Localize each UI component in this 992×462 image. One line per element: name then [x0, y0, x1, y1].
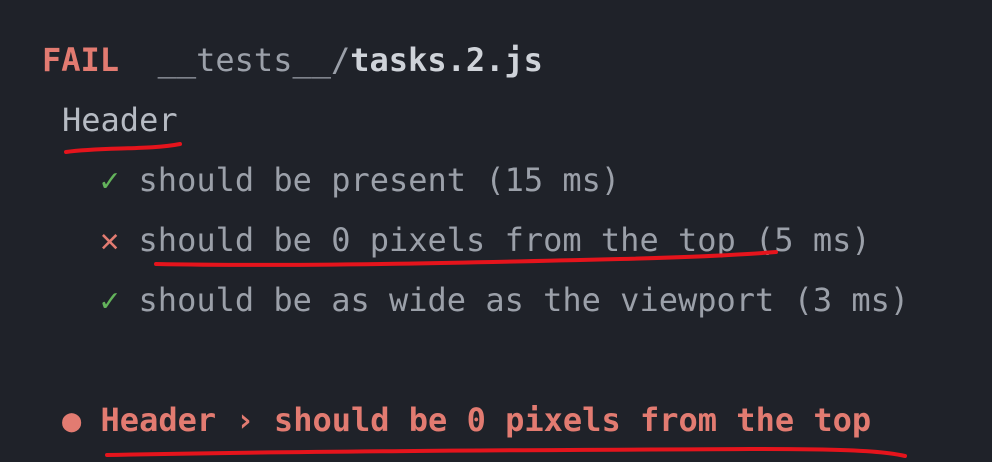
- check-icon: ✓: [100, 281, 120, 319]
- test-name: should be present: [138, 161, 467, 199]
- suite-title: Header: [62, 101, 178, 139]
- underline-header: [64, 142, 182, 154]
- test-duration: (15 ms): [485, 161, 621, 199]
- underline-error-title: [105, 446, 907, 458]
- error-title: Header › should be 0 pixels from the top: [100, 401, 872, 439]
- test-file-result: FAIL __tests__/tasks.2.js: [42, 40, 543, 80]
- bullet-icon: ●: [62, 401, 82, 439]
- test-row: ✕ should be 0 pixels from the top (5 ms): [100, 220, 871, 260]
- test-file-name: tasks.2.js: [350, 41, 543, 79]
- cross-icon: ✕: [100, 221, 120, 259]
- fail-status-label: FAIL: [42, 41, 120, 79]
- test-name: should be 0 pixels from the top: [138, 221, 736, 259]
- test-duration: (3 ms): [793, 281, 910, 319]
- test-duration: (5 ms): [755, 221, 871, 259]
- error-heading: ● Header › should be 0 pixels from the t…: [62, 400, 871, 440]
- test-file-dir: __tests__/: [157, 41, 351, 79]
- test-row: ✓ should be present (15 ms): [100, 160, 620, 200]
- test-row: ✓ should be as wide as the viewport (3 m…: [100, 280, 909, 320]
- test-name: should be as wide as the viewport: [138, 281, 775, 319]
- check-icon: ✓: [100, 161, 120, 199]
